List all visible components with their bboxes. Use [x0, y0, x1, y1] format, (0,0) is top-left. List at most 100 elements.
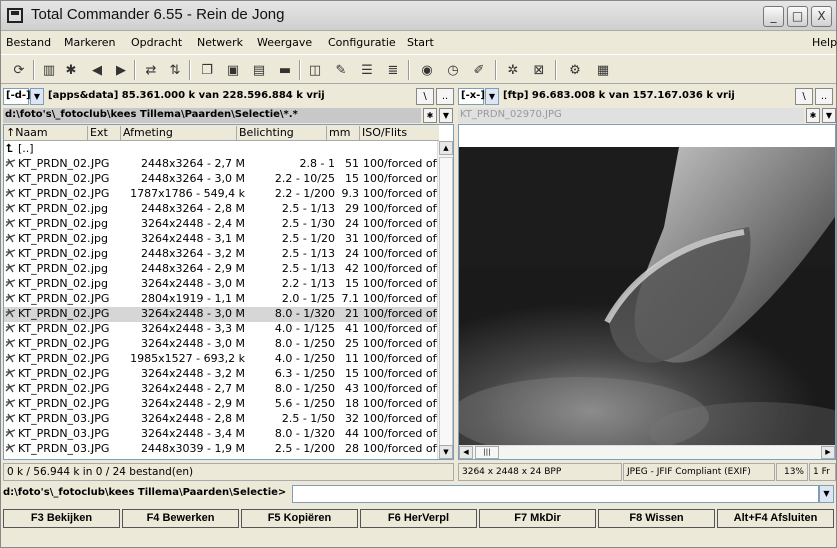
- left-path-bar[interactable]: d:\foto's\_fotoclub\kees Tillema\Paarden…: [3, 108, 421, 123]
- right-path-bar[interactable]: KT_PRDN_02970.JPG: [458, 108, 804, 123]
- history-icon[interactable]: ✱: [423, 108, 437, 123]
- scroll-up-icon[interactable]: ▲: [439, 141, 453, 155]
- scroll-down-icon[interactable]: ▼: [439, 445, 453, 459]
- options-icon[interactable]: ⚙: [565, 60, 585, 80]
- forward-icon[interactable]: ▶: [111, 60, 131, 80]
- file-row[interactable]: KT_PRDN_02.. jpg 3264x2448 - 3,0 M 2.2 - 1/…: [4, 277, 440, 292]
- maximize-button[interactable]: □: [787, 6, 808, 27]
- chevron-down-icon[interactable]: ▼: [485, 88, 499, 105]
- multi-rename-icon[interactable]: ☰: [357, 60, 377, 80]
- file-row[interactable]: KT_PRDN_03.. JPG 3264x2448 - 3,4 M 8.0 - 1/…: [4, 427, 440, 442]
- file-row[interactable]: KT_PRDN_02.. jpg 2448x3264 - 3,2 M 2.5 - 1/…: [4, 247, 441, 262]
- file-name: KT_PRDN_02..: [18, 262, 95, 275]
- f4-edit-button[interactable]: F4 Bewerken: [122, 509, 239, 528]
- edit-icon[interactable]: ✐: [469, 60, 489, 80]
- file-row[interactable]: KT_PRDN_02.. JPG 1985x1527 - 693,2 k 4.0 - …: [4, 352, 440, 367]
- refresh-icon[interactable]: ⟳: [9, 60, 29, 80]
- right-scrollbar[interactable]: ◀ ||| ▶: [459, 445, 835, 459]
- pack-icon[interactable]: ◫: [305, 60, 325, 80]
- zoom-level: 13%: [776, 463, 808, 481]
- view-icon[interactable]: ▣: [223, 60, 243, 80]
- list-icon[interactable]: ⊠: [529, 60, 549, 80]
- menu-configuratie[interactable]: Configuratie: [328, 36, 396, 49]
- file-row[interactable]: KT_PRDN_02.. JPG 3264x2448 - 3,2 M 6.3 - 1/…: [4, 367, 440, 382]
- left-scrollbar[interactable]: ▲ ▼: [437, 141, 453, 459]
- menu-help[interactable]: Help: [812, 36, 837, 49]
- file-row[interactable]: KT_PRDN_02.. JPG 2448x3264 - 3,0 M 2.2 - 10…: [4, 172, 440, 187]
- file-row[interactable]: KT_PRDN_02.. JPG 2804x1919 - 1,1 M 2.0 - 1/…: [4, 292, 440, 307]
- file-row[interactable]: KT_PRDN_02.. JPG 3264x2448 - 3,0 M 8.0 - 1/…: [4, 337, 440, 352]
- sync-icon[interactable]: ≣: [383, 60, 403, 80]
- file-row[interactable]: KT_PRDN_02.. JPG 3264x2448 - 3,0 M 8.0 - 1/…: [4, 307, 440, 322]
- scroll-left-icon[interactable]: ◀: [459, 446, 473, 459]
- file-row[interactable]: KT_PRDN_02.. JPG 3264x2448 - 2,9 M 5.6 - 1/…: [4, 397, 440, 412]
- column-size[interactable]: Afmeting: [121, 126, 237, 141]
- chevron-down-icon[interactable]: ▼: [30, 88, 44, 105]
- file-row[interactable]: KT_PRDN_02.. jpg 2448x3264 - 2,9 M 2.5 - 1/…: [4, 262, 440, 277]
- left-drive-select[interactable]: [-d-]: [3, 88, 31, 105]
- menu-bestand[interactable]: Bestand: [6, 36, 51, 49]
- history-icon[interactable]: ✱: [806, 108, 820, 123]
- f3-view-button[interactable]: F3 Bekijken: [3, 509, 120, 528]
- scroll-thumb[interactable]: |||: [475, 446, 499, 459]
- f6-move-button[interactable]: F6 HerVerpl: [360, 509, 477, 528]
- column-exposure[interactable]: Belichting: [237, 126, 327, 141]
- close-button[interactable]: X: [811, 6, 832, 27]
- chevron-down-icon[interactable]: ▼: [439, 108, 453, 123]
- back-icon[interactable]: ◀: [87, 60, 107, 80]
- column-ext[interactable]: Ext: [88, 126, 121, 141]
- file-iso-flash: 100/forced off: [363, 247, 441, 260]
- file-name: KT_PRDN_02..: [18, 232, 95, 245]
- screen-icon[interactable]: ▦: [593, 60, 613, 80]
- scroll-right-icon[interactable]: ▶: [821, 446, 835, 459]
- f8-delete-button[interactable]: F8 Wissen: [598, 509, 715, 528]
- full-view-icon[interactable]: ✱: [61, 60, 81, 80]
- notepad-icon[interactable]: ✎: [331, 60, 351, 80]
- column-iso[interactable]: ISO/Flits: [360, 126, 439, 141]
- terminal-icon[interactable]: ▬: [275, 60, 295, 80]
- file-iso-flash: 100/forced off: [363, 382, 441, 395]
- column-name[interactable]: ↑Naam: [4, 126, 88, 141]
- right-up-button[interactable]: ..: [815, 88, 833, 105]
- brief-view-icon[interactable]: ▥: [39, 60, 59, 80]
- chevron-down-icon[interactable]: ▼: [822, 108, 836, 123]
- file-row[interactable]: KT_PRDN_02.. JPG 1787x1786 - 549,4 k 2.2 - …: [4, 187, 440, 202]
- menu-markeren[interactable]: Markeren: [64, 36, 116, 49]
- network-icon[interactable]: ✲: [503, 60, 523, 80]
- menu-opdracht[interactable]: Opdracht: [131, 36, 182, 49]
- file-row[interactable]: KT_PRDN_02.. jpg 3264x2448 - 2,4 M 2.5 - 1/…: [4, 217, 440, 232]
- image-file-icon: [5, 412, 16, 423]
- save-icon[interactable]: ▤: [249, 60, 269, 80]
- left-root-button[interactable]: \: [416, 88, 434, 105]
- file-row[interactable]: KT_PRDN_02.. JPG 3264x2448 - 3,3 M 4.0 - 1/…: [4, 322, 440, 337]
- alt-f4-exit-button[interactable]: Alt+F4 Afsluiten: [717, 509, 834, 528]
- file-row[interactable]: KT_PRDN_03.. JPG 3264x2448 - 2,8 M 2.5 - 1/…: [4, 412, 440, 427]
- file-row[interactable]: KT_PRDN_02.. JPG 3264x2448 - 2,7 M 8.0 - 1/…: [4, 382, 441, 397]
- minimize-button[interactable]: _: [763, 6, 784, 27]
- chevron-down-icon[interactable]: ▼: [819, 485, 834, 503]
- menu-start[interactable]: Start: [407, 36, 434, 49]
- parent-dir-row[interactable]: ⮤ [..]: [4, 142, 439, 157]
- compare-icon[interactable]: ◉: [417, 60, 437, 80]
- menu-netwerk[interactable]: Netwerk: [197, 36, 243, 49]
- f7-mkdir-button[interactable]: F7 MkDir: [479, 509, 596, 528]
- menu-weergave[interactable]: Weergave: [257, 36, 312, 49]
- clock-icon[interactable]: ◷: [443, 60, 463, 80]
- file-row[interactable]: KT_PRDN_02.. jpg 3264x2448 - 3,1 M 2.5 - 1/…: [4, 232, 440, 247]
- left-up-button[interactable]: ..: [436, 88, 454, 105]
- ftp-url-icon[interactable]: ⇅: [165, 60, 185, 80]
- file-row[interactable]: KT_PRDN_02.. jpg 2448x3264 - 2,8 M 2.5 - 1/…: [4, 202, 440, 217]
- right-drive-select[interactable]: [-x-]: [458, 88, 485, 105]
- file-row[interactable]: KT_PRDN_03..JPG 3264x2448 - 3,0 M 2.5 - 1/…: [4, 457, 440, 459]
- command-line-input[interactable]: [292, 485, 819, 503]
- ftp-connect-icon[interactable]: ⇄: [141, 60, 161, 80]
- f5-copy-button[interactable]: F5 Kopiëren: [241, 509, 358, 528]
- file-row[interactable]: KT_PRDN_03.. JPG 2448x3039 - 1,9 M 2.5 - 1/…: [4, 442, 440, 457]
- right-root-button[interactable]: \: [795, 88, 813, 105]
- file-row[interactable]: KT_PRDN_02.. JPG 2448x3264 - 2,7 M 2.8 - 1 5…: [4, 157, 440, 172]
- file-ext: jpg: [91, 232, 109, 245]
- copy-icon[interactable]: ❐: [197, 60, 217, 80]
- scroll-thumb[interactable]: [439, 157, 453, 453]
- column-mm[interactable]: mm: [327, 126, 360, 141]
- file-ext: JPG: [91, 187, 110, 200]
